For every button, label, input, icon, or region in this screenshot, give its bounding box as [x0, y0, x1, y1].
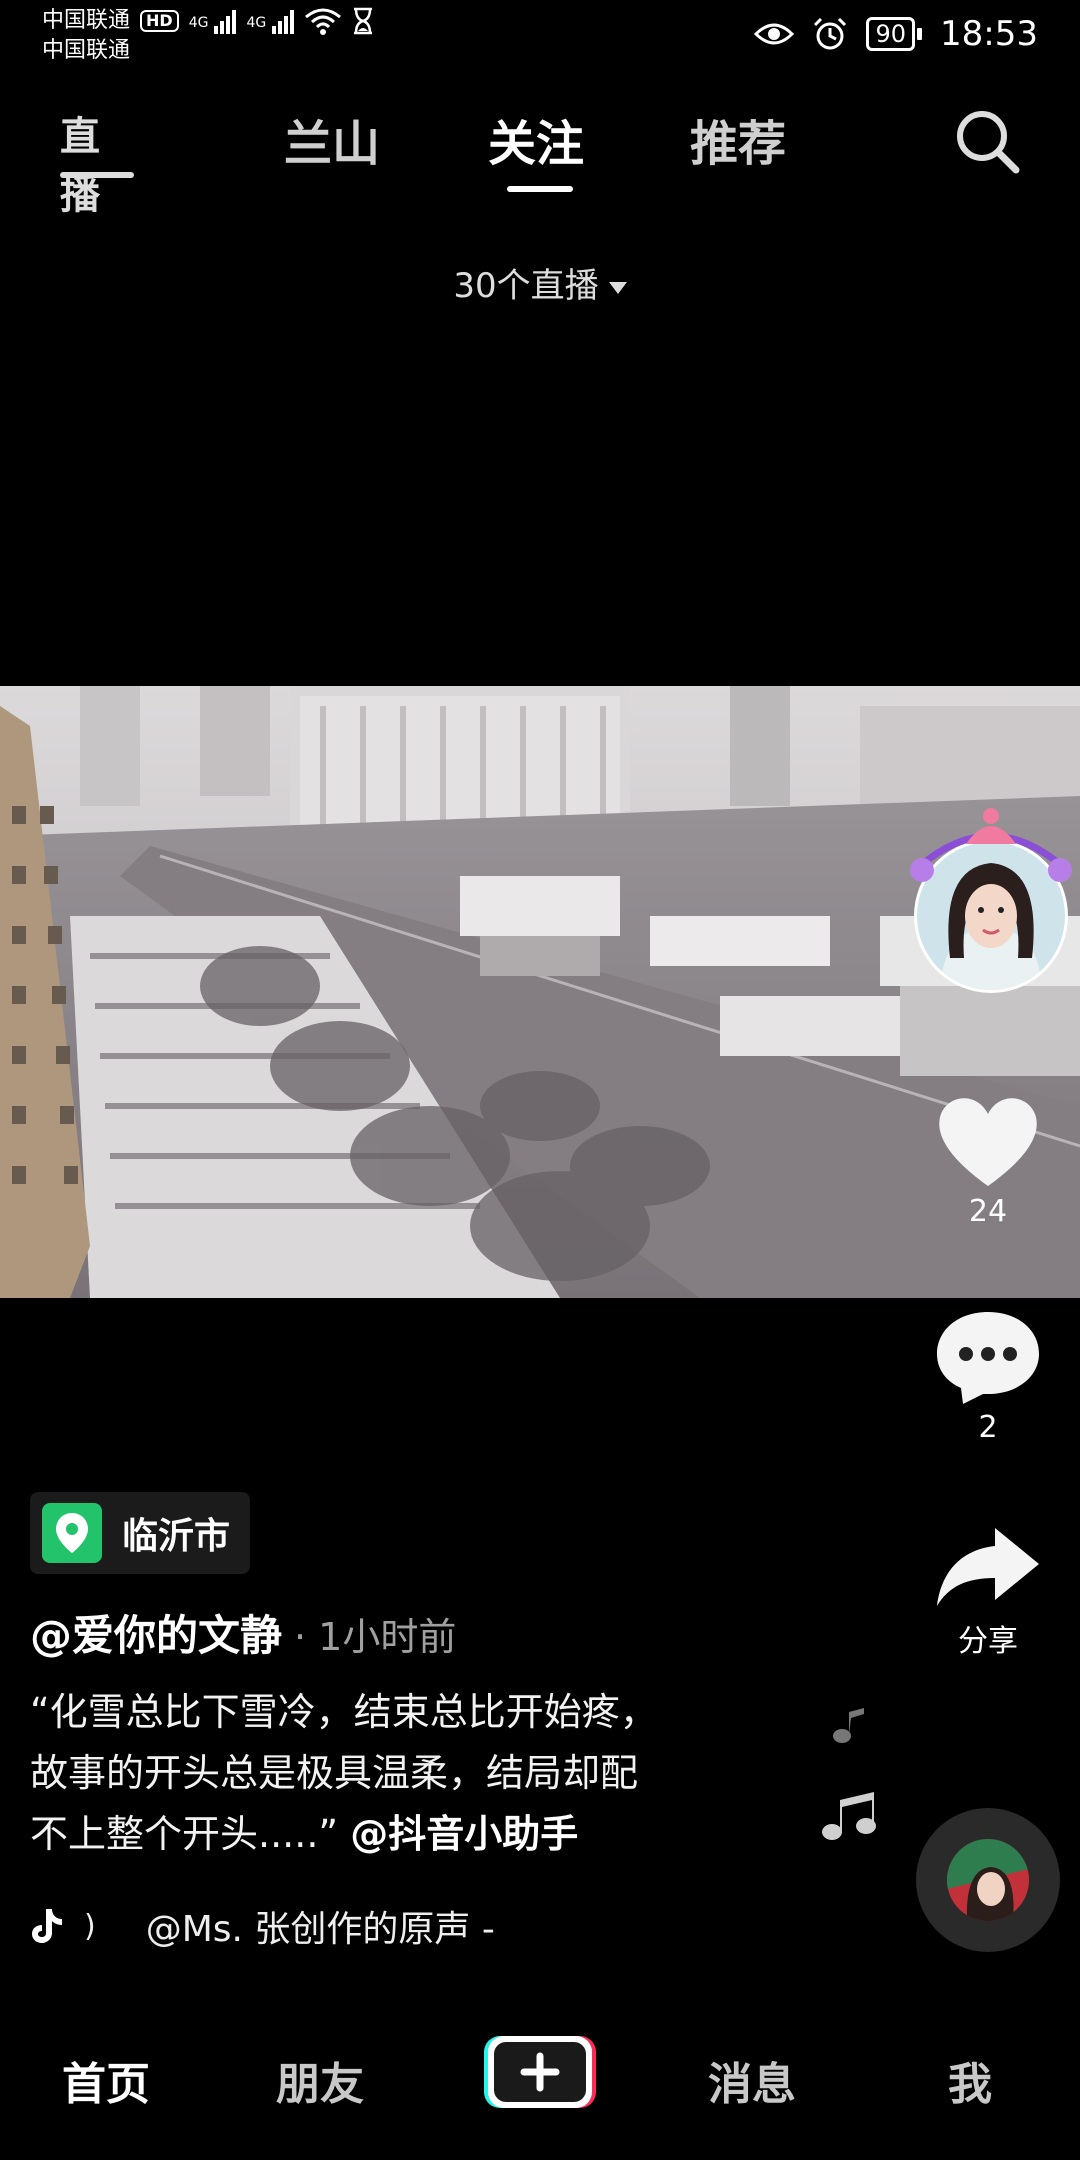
signal-icon: 4G — [189, 8, 237, 34]
floating-notes-icon — [822, 1708, 876, 1840]
author-row: @爱你的文静 · 1小时前 — [30, 1602, 456, 1663]
nav-friends[interactable]: 朋友 — [276, 2048, 364, 2112]
music-disc[interactable] — [916, 1808, 1060, 1952]
hd-badge: HD — [140, 10, 179, 32]
live-count-dropdown[interactable]: 30个直播 — [0, 258, 1080, 307]
carrier-1: 中国联通 — [42, 8, 131, 33]
hourglass-icon — [354, 7, 373, 35]
carrier-2: 中国联通 — [42, 38, 131, 63]
music-info[interactable]: ) @Ms. 张创作的原声 - — [30, 1900, 495, 1952]
like-button[interactable]: 24 — [928, 1090, 1048, 1229]
eye-comfort-icon — [754, 23, 795, 45]
location-label: 临沂市 — [122, 1516, 231, 1557]
author-name[interactable]: @爱你的文静 — [30, 1602, 282, 1663]
author-avatar[interactable] — [910, 808, 1072, 998]
caption-line-2: 故事的开头总是极具温柔，结局却配 — [30, 1751, 639, 1795]
location-tag[interactable]: 临沂市 — [30, 1492, 251, 1574]
live-button[interactable]: 直播 — [60, 104, 134, 218]
mention-link[interactable]: @抖音小助手 — [350, 1812, 578, 1856]
music-disc-cover — [947, 1839, 1029, 1921]
avatar-image — [910, 808, 1072, 993]
tiktok-note-icon — [32, 1909, 62, 1943]
tab-local[interactable]: 兰山 — [284, 104, 380, 174]
live-icon: 直播 — [60, 114, 100, 218]
share-arrow-icon — [937, 1528, 1039, 1606]
caption-line-1: “化雪总比下雪冷，结束总比开始疼， — [30, 1690, 658, 1734]
create-plus-button[interactable] — [482, 2032, 596, 2112]
search-icon[interactable] — [952, 106, 1022, 176]
signal-icon-2: 4G — [246, 8, 295, 34]
heart-icon — [939, 1098, 1037, 1186]
status-bar-left: 中国联通 HD 4G 4G 中国联通 — [42, 6, 374, 66]
comment-count: 2 — [978, 1410, 998, 1445]
active-tab-indicator — [507, 186, 573, 192]
battery-icon: 90 — [866, 17, 923, 51]
live-count-label: 30个直播 — [453, 266, 599, 306]
sound-wave-icon: ) — [84, 1908, 96, 1944]
comment-button[interactable]: 2 — [928, 1306, 1048, 1445]
tab-following[interactable]: 关注 — [488, 104, 584, 174]
comment-icon — [937, 1312, 1039, 1404]
caption-line-3: 不上整个开头.....” — [30, 1812, 339, 1856]
video-caption: “化雪总比下雪冷，结束总比开始疼， 故事的开头总是极具温柔，结局却配 不上整个开… — [30, 1682, 790, 1865]
nav-messages[interactable]: 消息 — [708, 2048, 796, 2112]
alarm-icon — [814, 17, 847, 50]
status-bar-right: 90 18:53 — [754, 14, 1038, 54]
share-label: 分享 — [958, 1624, 1018, 1659]
wifi-icon — [305, 8, 342, 35]
location-pin-icon — [42, 1503, 102, 1563]
like-count: 24 — [968, 1194, 1008, 1229]
clock: 18:53 — [940, 14, 1038, 54]
tab-recommended[interactable]: 推荐 — [690, 104, 786, 174]
post-time: · 1小时前 — [294, 1615, 457, 1659]
nav-me[interactable]: 我 — [948, 2048, 992, 2112]
music-title: @Ms. 张创作的原声 - — [145, 1909, 495, 1950]
nav-home[interactable]: 首页 — [62, 2048, 150, 2112]
bottom-nav: 首页 朋友 消息 我 — [0, 2020, 1080, 2130]
share-button[interactable]: 分享 — [928, 1522, 1048, 1660]
caret-down-icon — [608, 281, 627, 294]
